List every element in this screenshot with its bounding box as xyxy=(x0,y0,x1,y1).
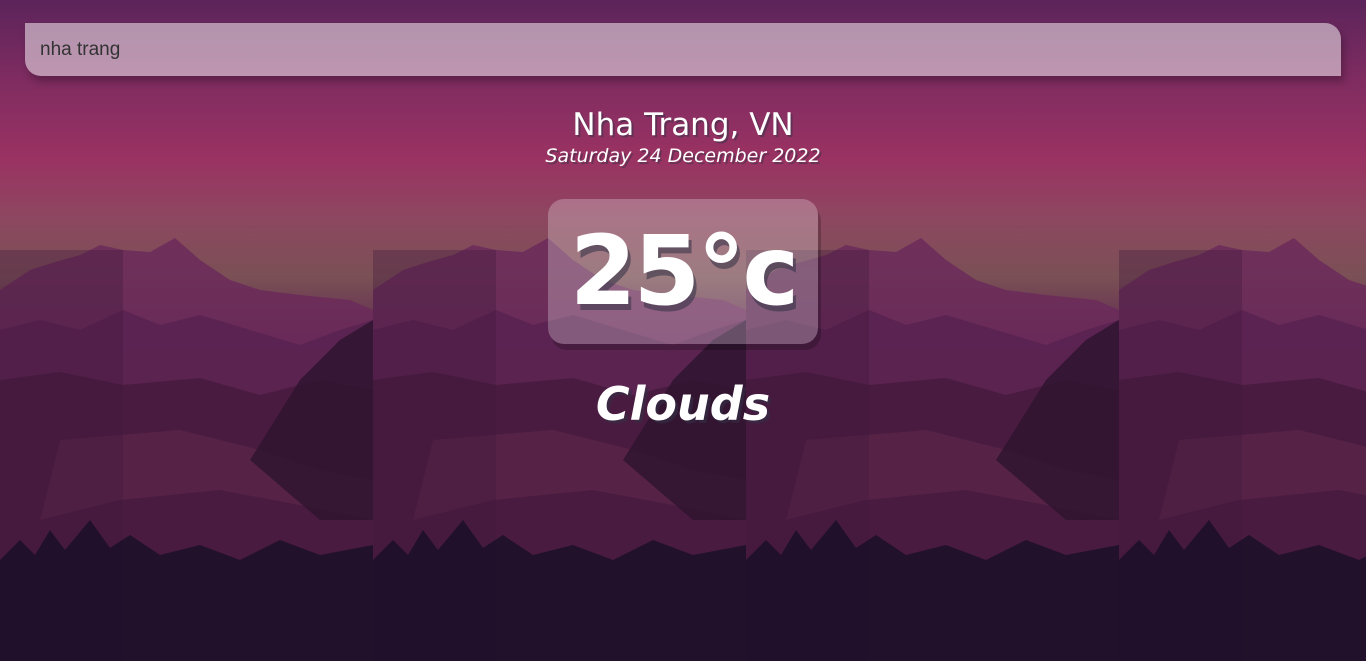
weather-condition: Clouds xyxy=(595,377,771,431)
temperature-display: 25°c xyxy=(548,199,818,344)
location-box: Nha Trang, VN Saturday 24 December 2022 xyxy=(0,106,1366,168)
search-input[interactable] xyxy=(25,23,1341,76)
current-date: Saturday 24 December 2022 xyxy=(545,145,821,167)
search-box xyxy=(25,23,1341,76)
location-name: Nha Trang, VN xyxy=(572,107,794,143)
